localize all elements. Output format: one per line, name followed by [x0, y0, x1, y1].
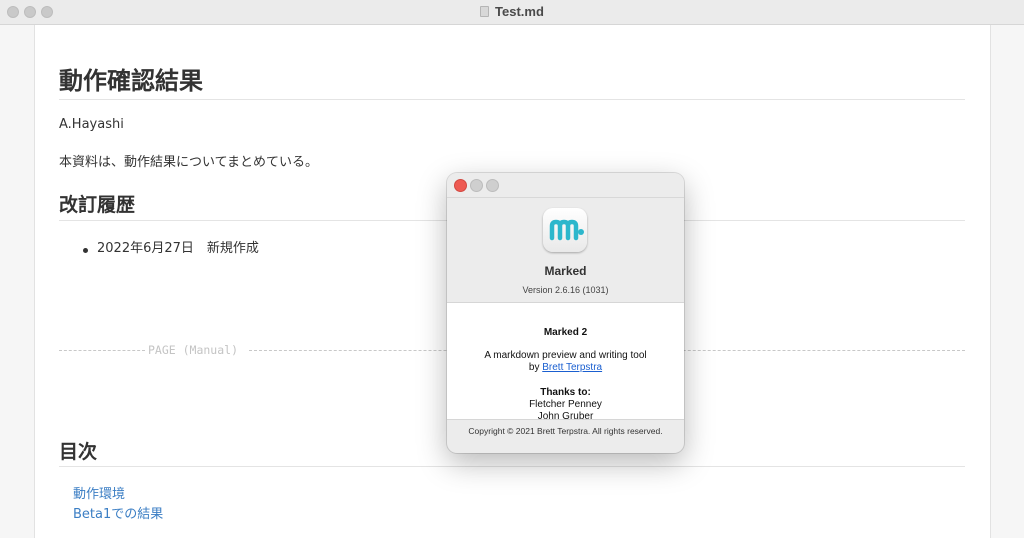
window-titlebar: Test.md [0, 0, 1024, 25]
dialog-zoom-button [486, 179, 499, 192]
author-text: A.Hayashi [59, 117, 124, 132]
app-name: Marked [544, 264, 587, 278]
thanks-name: John Gruber [537, 411, 594, 420]
thanks-name: Fletcher Penney [529, 399, 602, 410]
page-break-line-left [59, 350, 145, 351]
marked-app-icon [543, 208, 587, 252]
window-title: Test.md [0, 0, 1024, 24]
window-title-text: Test.md [495, 4, 544, 19]
credits-by-prefix: by [528, 362, 540, 373]
document-icon [480, 6, 490, 17]
toc-heading: 目次 [59, 441, 98, 463]
toc-link-beta1-results[interactable]: Beta1での結果 [73, 503, 163, 522]
revision-item: 2022年6月27日 新規作成 [97, 241, 259, 256]
toc-divider [59, 466, 965, 467]
intro-text: 本資料は、動作結果についてまとめている。 [59, 155, 318, 170]
thanks-heading: Thanks to: [540, 387, 591, 398]
author-link[interactable]: Brett Terpstra [542, 362, 602, 373]
app-version: Version 2.6.16 (1031) [522, 285, 609, 295]
credits-tagline: A markdown preview and writing tool [484, 350, 647, 361]
dialog-close-button[interactable] [454, 179, 467, 192]
document-title: 動作確認結果 [59, 67, 203, 95]
credits-byline: by Brett Terpstra [447, 362, 684, 373]
revision-heading: 改訂履歴 [59, 194, 136, 216]
copyright-text: Copyright © 2021 Brett Terpstra. All rig… [468, 426, 663, 436]
dialog-titlebar [447, 173, 684, 198]
dialog-minimize-button [470, 179, 483, 192]
about-dialog: Marked Version 2.6.16 (1031) Marked 2 A … [447, 173, 684, 453]
credits-panel[interactable]: Marked 2 A markdown preview and writing … [447, 302, 684, 420]
marked-logo-icon [549, 219, 584, 241]
credits-product: Marked 2 [543, 327, 588, 338]
title-divider [59, 99, 965, 100]
toc-link-environment[interactable]: 動作環境 [73, 483, 125, 502]
bullet-icon [83, 248, 88, 253]
page-break-label: PAGE (Manual) [145, 343, 242, 357]
